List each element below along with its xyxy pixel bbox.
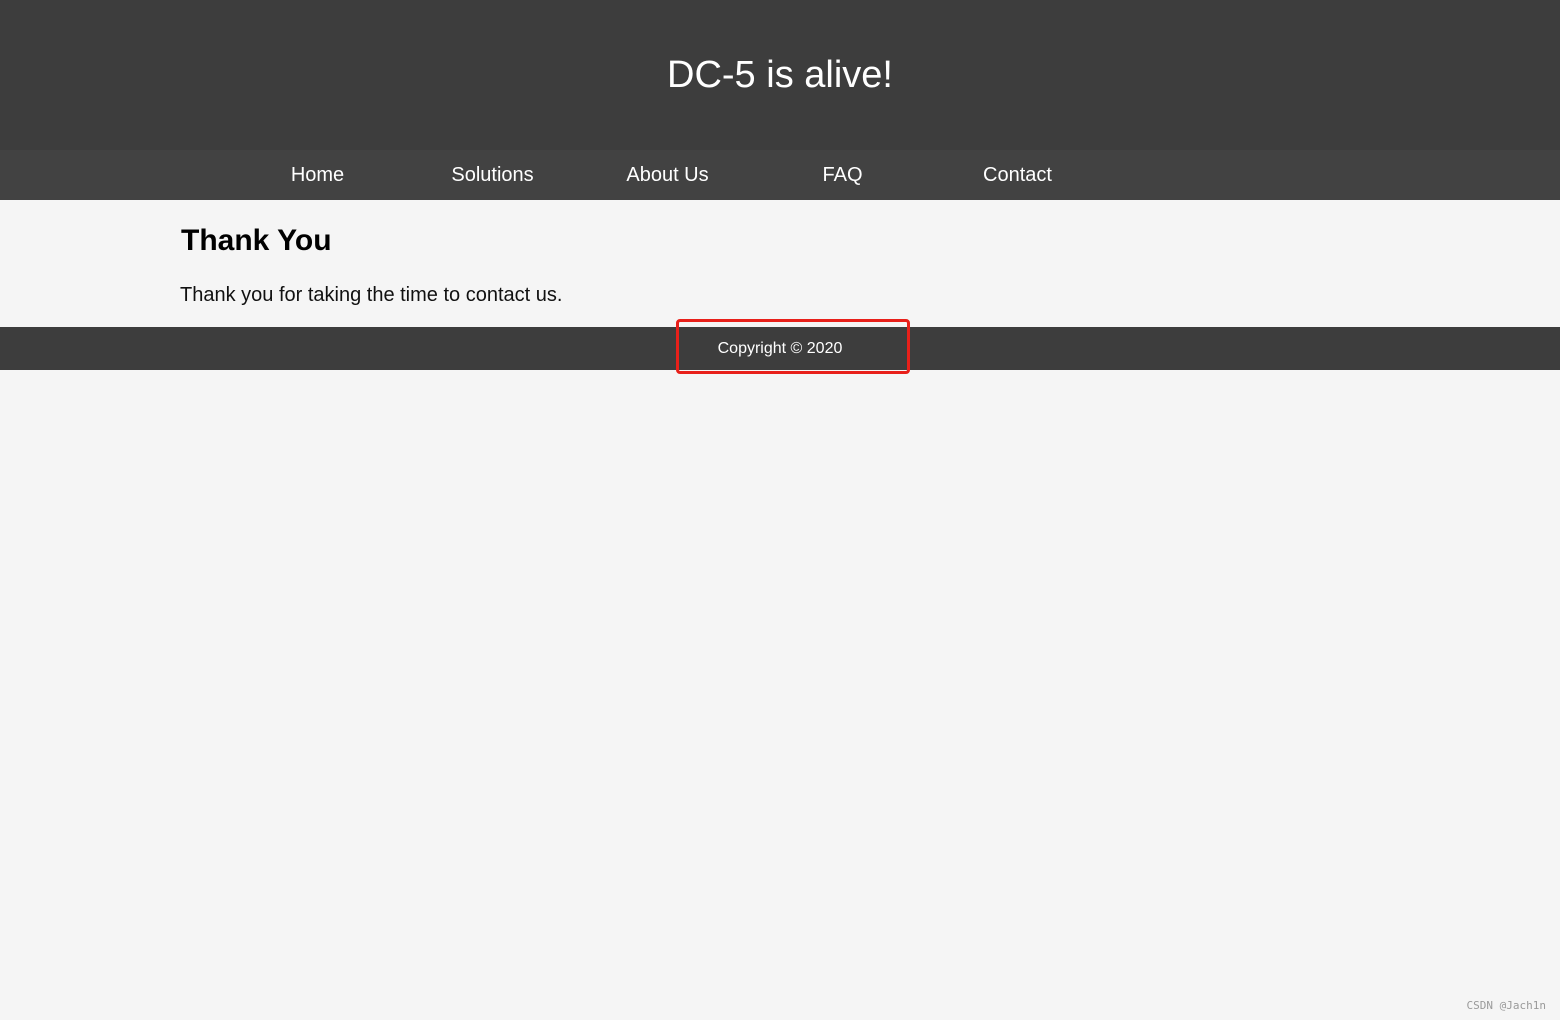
thank-you-message: Thank you for taking the time to contact… [180,284,563,306]
nav-item-home[interactable]: Home [230,150,405,200]
main-nav: Home Solutions About Us FAQ Contact [0,150,1560,200]
site-footer: Copyright © 2020 [0,327,1560,370]
site-title: DC-5 is alive! [667,54,893,96]
nav-item-faq[interactable]: FAQ [755,150,930,200]
watermark-text: CSDN @Jach1n [1466,999,1546,1012]
site-header: DC-5 is alive! [0,0,1560,150]
page-heading: Thank You [181,224,332,257]
nav-item-about-us[interactable]: About Us [580,150,755,200]
nav-item-contact[interactable]: Contact [930,150,1105,200]
copyright-text: Copyright © 2020 [717,339,843,357]
nav-item-solutions[interactable]: Solutions [405,150,580,200]
